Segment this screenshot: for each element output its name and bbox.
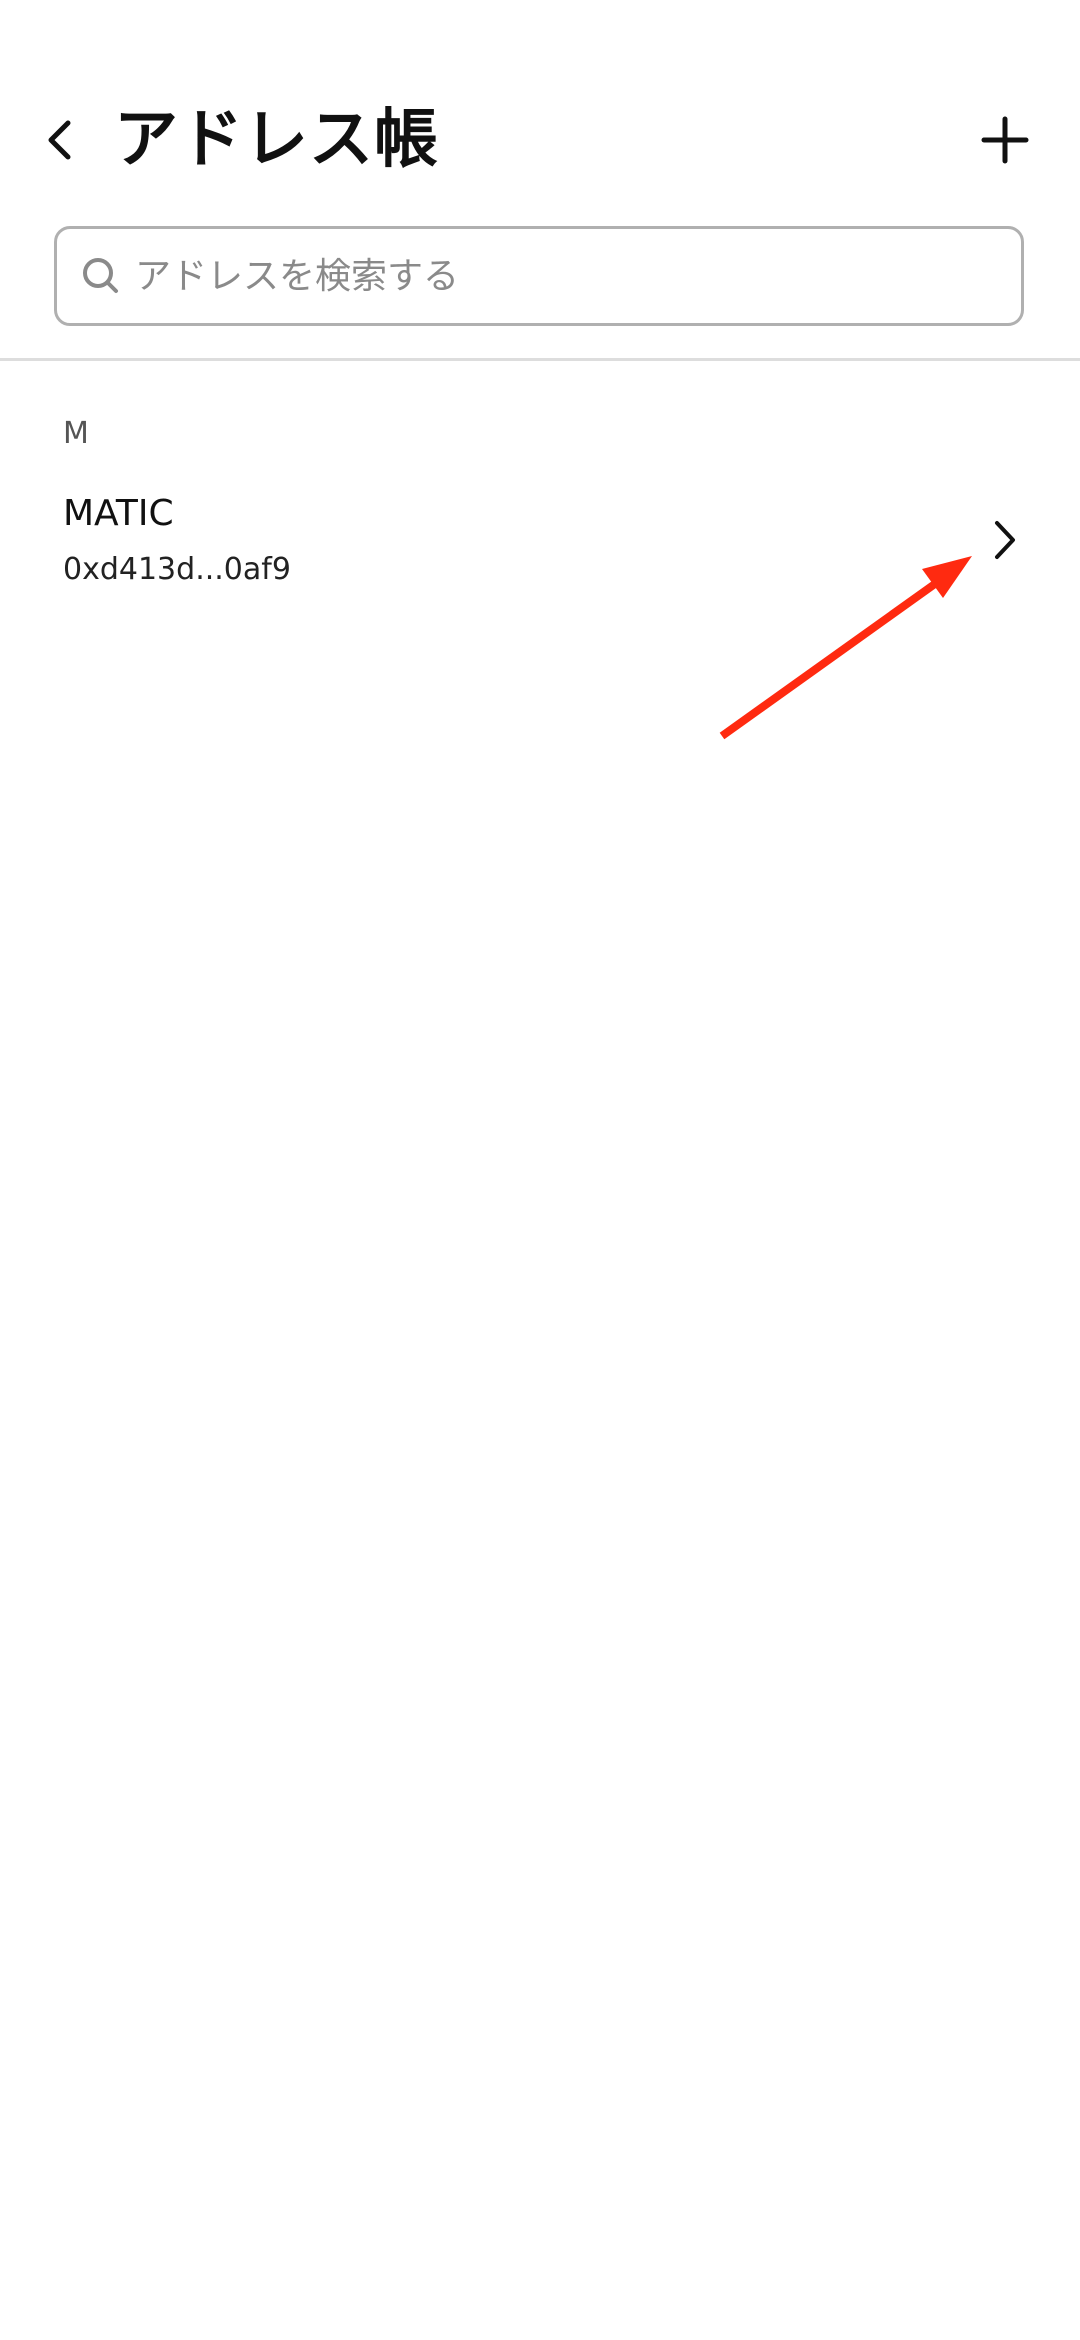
address-value: 0xd413d...0af9: [63, 552, 291, 587]
chevron-left-icon: [48, 120, 71, 160]
header-divider: [0, 358, 1080, 361]
search-input[interactable]: [135, 236, 1021, 316]
address-name: MATIC: [63, 493, 174, 534]
section-header-letter: M: [63, 416, 89, 451]
plus-icon: [981, 116, 1029, 164]
page-title: アドレス帳: [114, 103, 439, 177]
arrow-annotation: [719, 556, 972, 740]
search-icon: [81, 256, 121, 296]
chevron-right-icon[interactable]: [980, 510, 1030, 570]
back-button[interactable]: [30, 105, 90, 175]
app-header: アドレス帳: [0, 0, 1080, 210]
address-list-item[interactable]: MATIC 0xd413d...0af9: [0, 470, 1080, 610]
add-address-button[interactable]: [970, 105, 1040, 175]
search-box[interactable]: [54, 226, 1024, 326]
